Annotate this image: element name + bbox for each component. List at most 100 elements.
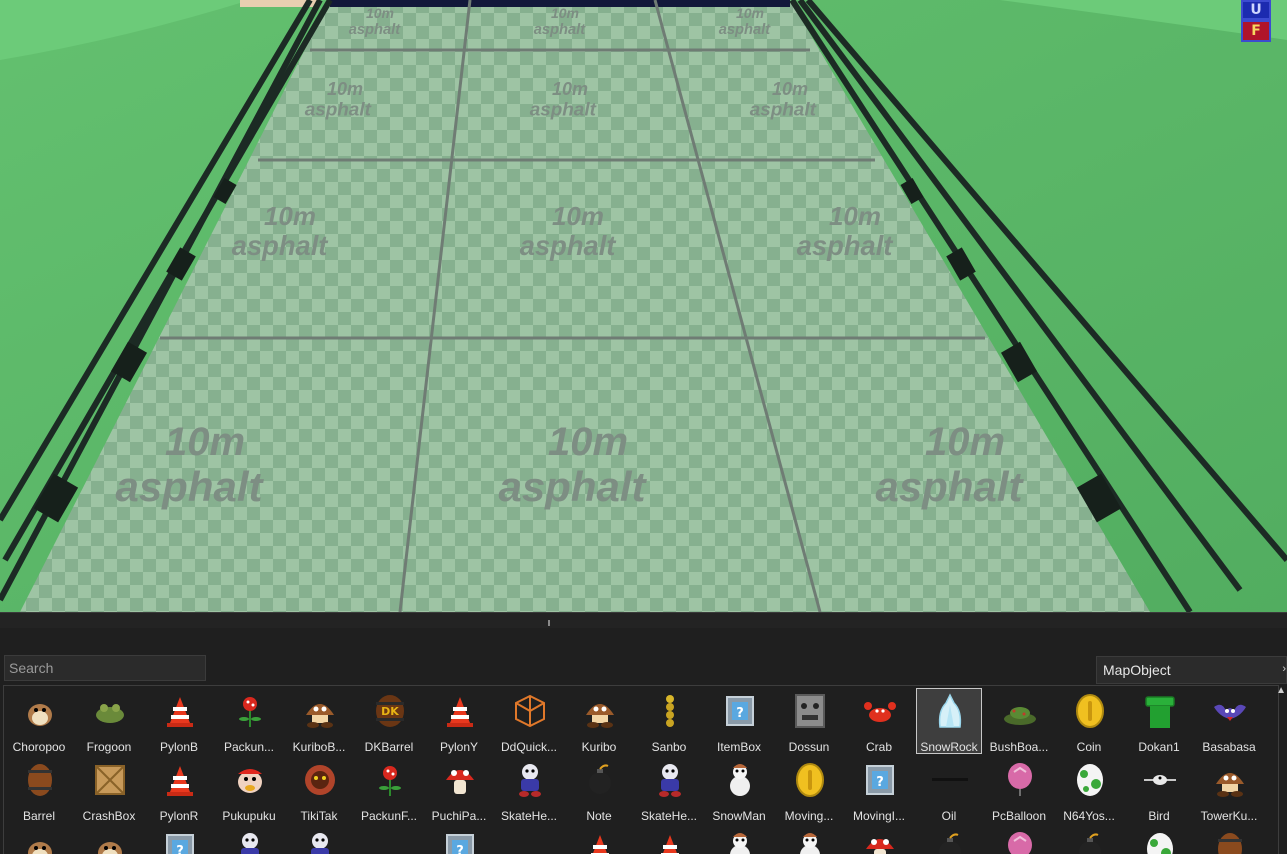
object-tile[interactable]: Frogoon xyxy=(76,688,142,754)
object-tile[interactable]: TowerKu... xyxy=(1196,757,1262,823)
object-tile[interactable]: Choropoo xyxy=(6,688,72,754)
object-tile[interactable]: PcBalloon xyxy=(986,757,1052,823)
object-tile[interactable]: Packun... xyxy=(216,688,282,754)
object-tile[interactable]: TikiTak xyxy=(286,757,352,823)
barrel-icon xyxy=(28,764,52,796)
object-tile[interactable]: ? MovingI... xyxy=(846,757,912,823)
object-browser-panel: MapObject › Choropoo Frogoon PylonB Packun.… xyxy=(0,628,1287,854)
object-tile[interactable]: SnowMan xyxy=(706,757,772,823)
scene-canvas[interactable]: 10masphalt10masphalt10masphalt10masphalt… xyxy=(0,0,1287,612)
object-tile[interactable]: N64Yos... xyxy=(1056,757,1122,823)
object-tile[interactable]: Basabasa xyxy=(1196,688,1262,754)
object-tile[interactable]: PuchiPa... xyxy=(426,757,492,823)
object-tile-partial[interactable] xyxy=(706,826,772,854)
object-tile[interactable]: Pukupuku xyxy=(216,757,282,823)
floor-label-material: asphalt xyxy=(797,230,894,261)
object-tile-label: Kuribo xyxy=(581,740,617,754)
object-tile-partial[interactable] xyxy=(6,826,72,854)
category-dropdown[interactable]: MapObject › xyxy=(1096,656,1287,684)
wireframe-cube-icon xyxy=(515,694,545,728)
object-tile[interactable]: SnowRock xyxy=(916,688,982,754)
object-tile[interactable]: PackunF... xyxy=(356,757,422,823)
svg-text:?: ? xyxy=(176,844,184,854)
object-tile-partial[interactable]: ? xyxy=(146,826,212,854)
object-tile-partial[interactable] xyxy=(496,826,562,854)
floor-label-size: 10m xyxy=(925,420,1005,464)
object-tile-partial[interactable] xyxy=(636,826,702,854)
3d-viewport[interactable]: 10m asphalt 10m asphalt 10m asphalt 10m asphalt… xyxy=(0,0,1287,612)
crate-icon xyxy=(95,765,125,795)
object-tile-partial[interactable] xyxy=(1056,826,1122,854)
object-tile-label: Bird xyxy=(1148,809,1170,823)
object-tile[interactable]: Note xyxy=(566,757,632,823)
object-tile-label: Pukupuku xyxy=(222,809,276,823)
object-tile[interactable]: DK DKBarrel xyxy=(356,688,422,754)
splitter-grip[interactable] xyxy=(548,620,550,626)
object-tile[interactable]: Dokan1 xyxy=(1126,688,1192,754)
object-tile-partial[interactable] xyxy=(216,826,282,854)
floor-label-size: 10m xyxy=(366,5,394,21)
scroll-up-arrow-icon[interactable]: ▲ xyxy=(1276,685,1286,696)
object-tile-label: CrashBox xyxy=(82,809,136,823)
axis-gizmo[interactable]: U F xyxy=(1241,0,1275,42)
object-tile[interactable]: KuriboB... xyxy=(286,688,352,754)
object-tile[interactable]: Coin xyxy=(1056,688,1122,754)
floor-label-size: 10m xyxy=(548,420,628,464)
object-tile-label: PylonY xyxy=(439,740,479,754)
object-tile[interactable]: BushBoa... xyxy=(986,688,1052,754)
object-tile[interactable]: PylonY xyxy=(426,688,492,754)
object-tile[interactable]: SkateHe... xyxy=(496,757,562,823)
object-tile[interactable]: Moving... xyxy=(776,757,842,823)
balloon-icon xyxy=(1008,763,1032,796)
object-tile-partial[interactable] xyxy=(1196,826,1262,854)
object-tile[interactable]: Kuribo xyxy=(566,688,632,754)
object-tile[interactable]: Bird xyxy=(1126,757,1192,823)
bomb-icon xyxy=(589,764,611,794)
crab-icon xyxy=(864,702,896,722)
object-tile-partial[interactable]: ? xyxy=(426,826,492,854)
floor-label-material: asphalt xyxy=(719,22,772,38)
thwomp-icon xyxy=(795,694,825,728)
object-tile-partial[interactable] xyxy=(286,826,352,854)
goomba-icon xyxy=(306,704,334,728)
object-tile-partial[interactable] xyxy=(916,826,982,854)
object-row: Barrel CrashBox PylonR Pukupuku TikiTak Packu… xyxy=(6,757,1266,825)
object-tile[interactable]: Barrel xyxy=(6,757,72,823)
floor-label-size: 10m xyxy=(829,201,881,231)
floor-label-size: 10m xyxy=(551,5,579,21)
front-axis-button[interactable]: F xyxy=(1241,20,1271,42)
cheep-cheep-icon xyxy=(238,769,262,793)
mushroom-icon xyxy=(866,839,894,854)
object-tile-partial[interactable] xyxy=(776,826,842,854)
item-box-icon: ? xyxy=(726,696,754,726)
object-tile-partial[interactable] xyxy=(1126,826,1192,854)
object-tile-label: TikiTak xyxy=(300,809,338,823)
object-tile[interactable]: Crab xyxy=(846,688,912,754)
object-tile[interactable]: PylonB xyxy=(146,688,212,754)
bomb-icon xyxy=(1079,833,1101,854)
object-tile[interactable]: ? ItemBox xyxy=(706,688,772,754)
floor-label-material: asphalt xyxy=(875,463,1024,510)
object-tile[interactable]: PylonR xyxy=(146,757,212,823)
search-input[interactable] xyxy=(4,655,206,681)
object-tile-partial[interactable] xyxy=(76,826,142,854)
object-tile[interactable]: SkateHe... xyxy=(636,757,702,823)
object-tile-partial[interactable] xyxy=(846,826,912,854)
up-axis-button[interactable]: U xyxy=(1241,0,1271,20)
svg-text:?: ? xyxy=(876,775,884,790)
object-tile-label: Choropoo xyxy=(12,740,66,754)
object-tile[interactable]: Sanbo xyxy=(636,688,702,754)
floor-label-material: asphalt xyxy=(750,100,817,121)
object-tile[interactable]: Oil xyxy=(916,757,982,823)
object-tile-partial[interactable] xyxy=(356,826,422,854)
object-tile[interactable]: CrashBox xyxy=(76,757,142,823)
oil-icon xyxy=(932,778,968,781)
floor-label-size: 10m xyxy=(552,79,588,99)
object-tile[interactable]: DdQuick... xyxy=(496,688,562,754)
panel-splitter[interactable] xyxy=(0,612,1287,629)
item-box-icon: ? xyxy=(446,834,474,854)
object-tile-partial[interactable] xyxy=(986,826,1052,854)
object-tile-partial[interactable] xyxy=(566,826,632,854)
object-tile-label: PylonR xyxy=(159,809,199,823)
object-tile[interactable]: Dossun xyxy=(776,688,842,754)
